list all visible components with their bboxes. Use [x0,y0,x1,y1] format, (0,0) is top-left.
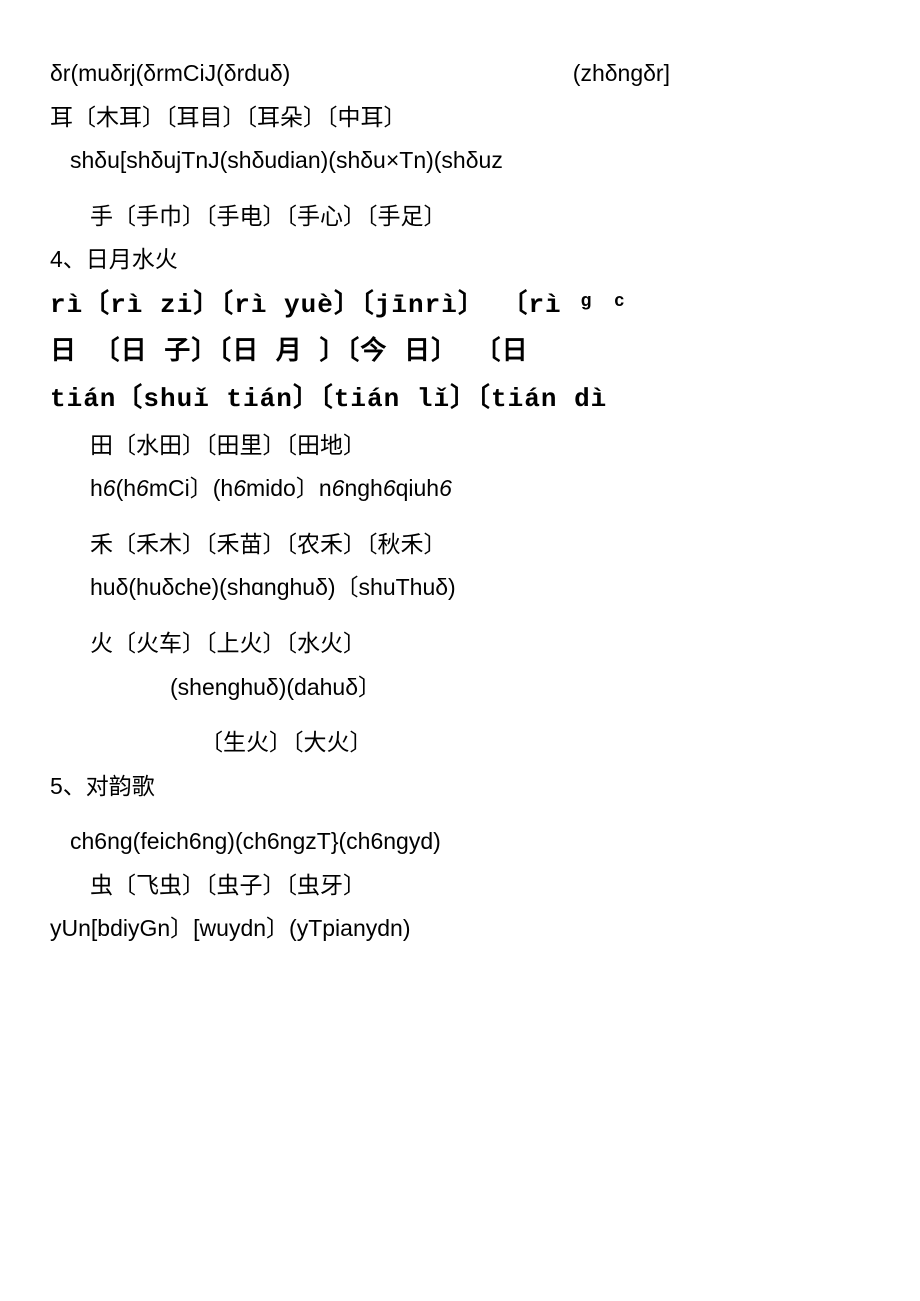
hanzi-line-shenghuo: 〔生火〕〔大火〕 [50,729,870,757]
pinyin-line-chong: ch6ng(feich6ng)(ch6ngzT}(ch6ngyd) [50,828,870,856]
text: δr(muδrj(δrmCiJ(δrduδ) [50,60,290,88]
hanzi-line-tian: 田〔水田〕〔田里〕〔田地〕 [50,432,870,460]
hanzi-line-shou: 手〔手巾〕〔手电〕〔手心〕〔手足〕 [50,203,870,231]
text: h6(h6mCi〕(h6mido〕n6ngh6qiuh6 [90,475,452,501]
section-heading-5: 5、对韵歌 [50,773,870,801]
heading-text: 、日月水火 [63,247,178,272]
section-heading-4: 4、日月水火 [50,246,870,274]
hanzi-line-huo: 火〔火车〕〔上火〕〔水火〕 [50,630,870,658]
hanzi-line-he: 禾〔禾木〕〔禾苗〕〔农禾〕〔秋禾〕 [50,531,870,559]
number: 5 [50,773,63,799]
pinyin-line-shou: shδu[shδujTnJ(shδudian)(shδu×Tn)(shδuz [50,147,870,175]
number: 4 [50,246,63,272]
pinyin-line-yun: yUn[bdiyGn〕[wuydn〕(yTpianydn) [50,915,870,943]
hanzi-line-ri: 日 〔日 子〕〔日 月 〕〔今 日〕 〔日 [50,337,870,368]
text: (zhδngδr] [573,60,870,88]
pinyin-line-huo: huδ(huδche)(shɑnghuδ)〔shuThuδ) [50,574,870,602]
heading-text: 、对韵歌 [63,774,155,799]
pinyin-line-he: h6(h6mCi〕(h6mido〕n6ngh6qiuh6 [50,475,870,503]
pinyin-line-shenghuo: (shenghuδ)(dahuδ〕 [50,674,870,702]
pinyin-line-ri: rì〔rì zi〕〔rì yuè〕〔jīnrì〕 〔rì ᵍ ᶜ [50,290,870,321]
hanzi-line-er: 耳〔木耳〕〔耳目〕〔耳朵〕〔中耳〕 [50,104,870,132]
pinyin-line-tian: tián〔shuǐ tián〕〔tián lǐ〕〔tián dì [50,384,870,415]
hanzi-line-chong: 虫〔飞虫〕〔虫子〕〔虫牙〕 [50,872,870,900]
pinyin-line-er: δr(muδrj(δrmCiJ(δrduδ) (zhδngδr] [50,60,870,88]
